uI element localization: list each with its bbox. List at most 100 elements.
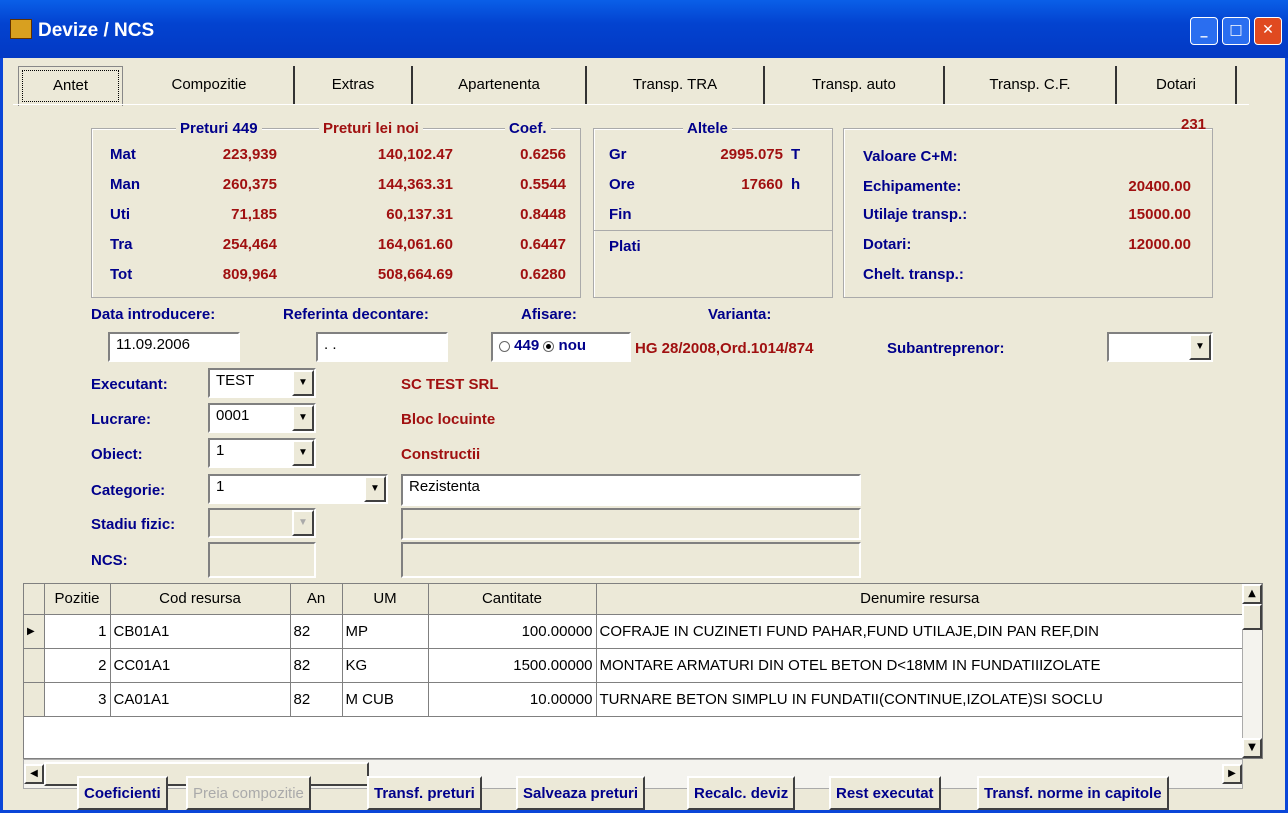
cell-cod[interactable]: CB01A1 — [110, 614, 291, 649]
cell-cantitate[interactable]: 10.00000 — [428, 682, 597, 717]
salveaza-preturi-button[interactable]: Salveaza preturi — [516, 776, 646, 810]
grid-header-row: Pozitie Cod resursa An UM Cantitate Denu… — [24, 584, 1244, 615]
chevron-down-icon[interactable]: ▼ — [292, 370, 314, 396]
chevron-down-icon[interactable]: ▼ — [1189, 334, 1211, 360]
tab-apartenenta[interactable]: Apartenenta — [413, 66, 587, 104]
cell-an[interactable]: 82 — [290, 682, 343, 717]
categorie-combo[interactable]: 1 ▼ — [208, 474, 388, 504]
gr-value: 2995.075 — [720, 146, 783, 163]
resources-grid[interactable]: Pozitie Cod resursa An UM Cantitate Denu… — [23, 583, 1263, 759]
transf-preturi-button[interactable]: Transf. preturi — [367, 776, 482, 810]
transf-norme-button[interactable]: Transf. norme in capitole — [977, 776, 1169, 810]
obiect-combo[interactable]: 1 ▼ — [208, 438, 316, 468]
stadiu-fizic-label: Stadiu fizic: — [91, 516, 176, 533]
chevron-down-icon[interactable]: ▼ — [292, 405, 314, 431]
cell-um[interactable]: MP — [342, 614, 429, 649]
window-title: Devize / NCS — [38, 20, 155, 41]
table-row[interactable]: 3 CA01A1 82 M CUB 10.00000 TURNARE BETON… — [24, 682, 1244, 717]
cell-um[interactable]: M CUB — [342, 682, 429, 717]
cell-pozitie[interactable]: 1 — [44, 614, 111, 649]
tab-compozitie[interactable]: Compozitie — [125, 66, 295, 104]
radio-449[interactable] — [499, 340, 510, 352]
recalc-deviz-button[interactable]: Recalc. deviz — [687, 776, 796, 810]
tab-transp-cf[interactable]: Transp. C.F. — [945, 66, 1117, 104]
chelt-transp-label: Chelt. transp.: — [863, 266, 964, 283]
mat-coef: 0.6256 — [520, 146, 566, 163]
stadiu-fizic-combo[interactable]: ▼ — [208, 508, 316, 538]
cell-cantitate[interactable]: 100.00000 — [428, 614, 597, 649]
man-p449: 260,375 — [222, 176, 277, 193]
subantreprenor-combo[interactable]: ▼ — [1107, 332, 1213, 362]
cell-denumire[interactable]: MONTARE ARMATURI DIN OTEL BETON D<18MM I… — [596, 648, 1244, 683]
header-coef: Coef. — [505, 120, 551, 137]
echipamente-value: 20400.00 — [1128, 178, 1191, 195]
cell-denumire[interactable]: TURNARE BETON SIMPLU IN FUNDATII(CONTINU… — [596, 682, 1244, 717]
cell-pozitie[interactable]: 3 — [44, 682, 111, 717]
tab-transp-tra[interactable]: Transp. TRA — [587, 66, 765, 104]
scroll-right-icon[interactable]: ▶ — [1222, 764, 1242, 784]
col-header-an[interactable]: An — [290, 584, 343, 615]
col-header-um[interactable]: UM — [342, 584, 429, 615]
chevron-down-icon[interactable]: ▼ — [292, 440, 314, 466]
ore-label: Ore — [609, 176, 635, 193]
tab-antet[interactable]: Antet — [18, 66, 123, 106]
col-header-pozitie[interactable]: Pozitie — [44, 584, 111, 615]
cell-cod[interactable]: CC01A1 — [110, 648, 291, 683]
col-header-denumire[interactable]: Denumire resursa — [596, 584, 1244, 615]
scroll-up-icon[interactable]: ▲ — [1242, 584, 1262, 604]
data-introducere-field[interactable]: 11.09.2006 — [108, 332, 240, 362]
tab-separator — [13, 104, 1249, 105]
close-button[interactable]: ✕ — [1254, 17, 1282, 45]
radio-nou[interactable] — [543, 340, 555, 352]
cell-pozitie[interactable]: 2 — [44, 648, 111, 683]
categorie-value: 1 — [216, 478, 225, 495]
executant-name: SC TEST SRL — [401, 376, 499, 393]
valoare-cm-label: Valoare C+M: — [863, 148, 958, 165]
tra-coef: 0.6447 — [520, 236, 566, 253]
title-bar[interactable]: Devize / NCS _ □ ✕ — [0, 0, 1288, 58]
header-preturi-lei: Preturi lei noi — [319, 120, 423, 137]
cell-um[interactable]: KG — [342, 648, 429, 683]
tab-dotari[interactable]: Dotari — [1117, 66, 1237, 104]
vertical-scrollbar[interactable]: ▲ ▼ — [1242, 584, 1262, 758]
man-coef: 0.5544 — [520, 176, 566, 193]
cell-denumire[interactable]: COFRAJE IN CUZINETI FUND PAHAR,FUND UTIL… — [596, 614, 1244, 649]
rest-executat-button[interactable]: Rest executat — [829, 776, 941, 810]
row-label-man: Man — [110, 176, 140, 193]
row-label-tot: Tot — [110, 266, 133, 283]
cell-cantitate[interactable]: 1500.00000 — [428, 648, 597, 683]
minimize-button[interactable]: _ — [1190, 17, 1218, 45]
lucrare-label: Lucrare: — [91, 411, 152, 428]
lucrare-combo[interactable]: 0001 ▼ — [208, 403, 316, 433]
ore-unit: h — [791, 176, 801, 193]
uti-p449: 71,185 — [231, 206, 277, 223]
categorie-name-field[interactable]: Rezistenta — [401, 474, 861, 506]
table-row[interactable]: 2 CC01A1 82 KG 1500.00000 MONTARE ARMATU… — [24, 648, 1244, 683]
ncs-label: NCS: — [91, 552, 128, 569]
echipamente-label: Echipamente: — [863, 178, 962, 195]
varianta-label: Varianta: — [708, 306, 772, 323]
gr-unit: T — [791, 146, 801, 163]
executant-combo[interactable]: TEST ▼ — [208, 368, 316, 398]
header-altele: Altele — [683, 120, 732, 137]
referinta-field[interactable]: . . — [316, 332, 448, 362]
scroll-thumb[interactable] — [1242, 604, 1262, 630]
tab-extras[interactable]: Extras — [295, 66, 413, 104]
row-indicator — [24, 648, 45, 683]
tab-transp-auto[interactable]: Transp. auto — [765, 66, 945, 104]
coeficienti-button[interactable]: Coeficienti — [77, 776, 168, 810]
utilaje-value: 15000.00 — [1128, 206, 1191, 223]
col-header-cantitate[interactable]: Cantitate — [428, 584, 597, 615]
stadiu-fizic-field — [401, 508, 861, 540]
maximize-button[interactable]: □ — [1222, 17, 1250, 45]
man-plei: 144,363.31 — [377, 176, 453, 193]
cell-an[interactable]: 82 — [290, 614, 343, 649]
cell-an[interactable]: 82 — [290, 648, 343, 683]
cell-cod[interactable]: CA01A1 — [110, 682, 291, 717]
scroll-down-icon[interactable]: ▼ — [1242, 738, 1262, 758]
table-row[interactable]: ▶ 1 CB01A1 82 MP 100.00000 COFRAJE IN CU… — [24, 614, 1244, 649]
col-header-cod[interactable]: Cod resursa — [110, 584, 291, 615]
chevron-down-icon[interactable]: ▼ — [364, 476, 386, 502]
record-number: 231 — [1181, 116, 1207, 133]
scroll-left-icon[interactable]: ◀ — [24, 764, 44, 784]
